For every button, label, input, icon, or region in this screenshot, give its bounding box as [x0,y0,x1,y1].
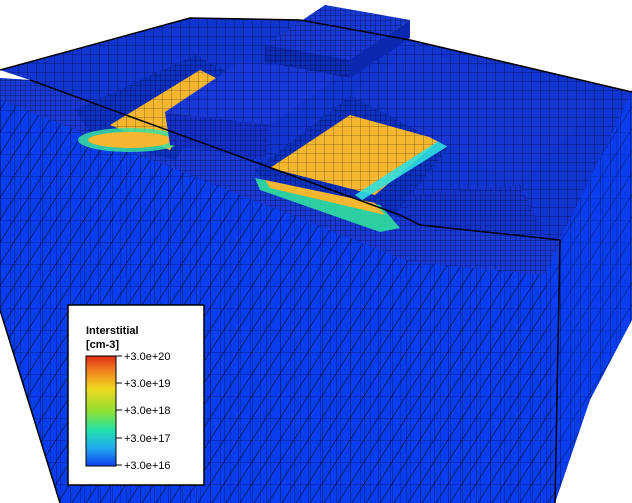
device-mesh-render: Interstitial [cm-3] +3.0e+20 +3.0e+19 +3… [0,0,632,503]
legend-tick-label: +3.0e+19 [124,378,171,390]
legend-colorbar [85,355,117,467]
legend-tick-label: +3.0e+18 [124,405,171,417]
legend: Interstitial [cm-3] +3.0e+20 +3.0e+19 +3… [67,304,205,486]
legend-title: Interstitial [86,325,139,337]
legend-unit: [cm-3] [86,339,119,351]
legend-tick-label: +3.0e+20 [124,351,171,363]
legend-tick-label: +3.0e+17 [124,433,171,445]
legend-tick-label: +3.0e+16 [124,460,171,472]
